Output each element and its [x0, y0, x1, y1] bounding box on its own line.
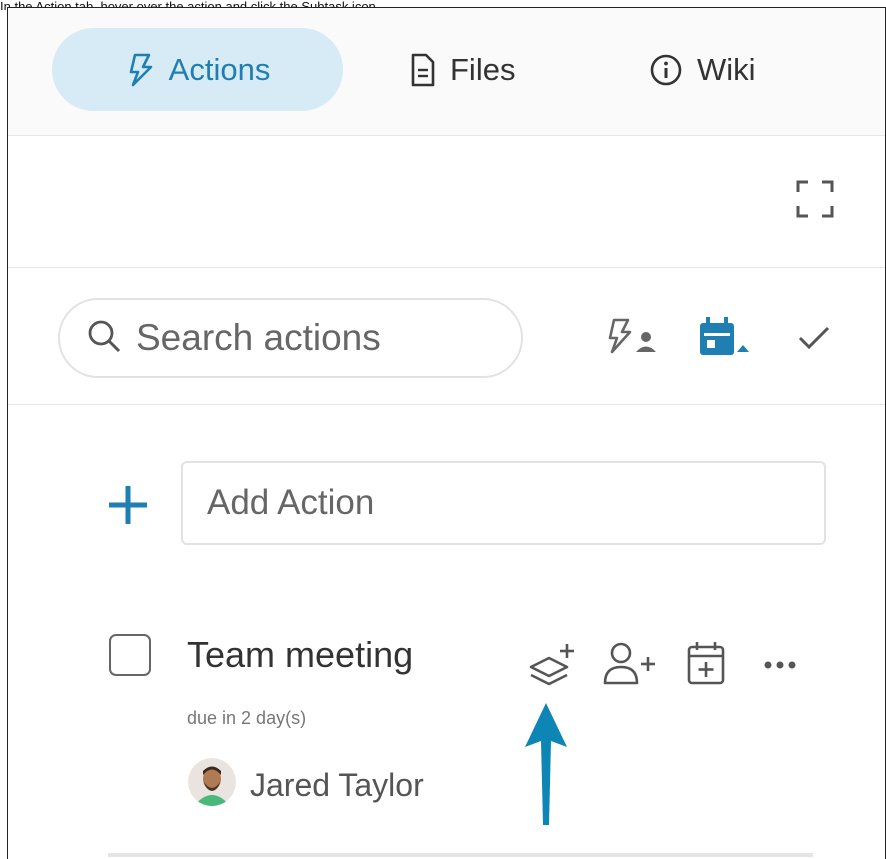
add-action-plus-icon[interactable]: [106, 483, 150, 532]
search-input[interactable]: Search actions: [58, 298, 523, 378]
action-title[interactable]: Team meeting: [187, 634, 413, 676]
info-icon: [649, 53, 683, 87]
toolbar: [8, 136, 885, 268]
avatar: [188, 758, 236, 806]
add-subtask-icon[interactable]: [527, 641, 579, 694]
add-assignee-icon[interactable]: [602, 641, 662, 690]
add-date-icon[interactable]: [686, 640, 726, 691]
blue-arrow: [521, 701, 571, 832]
add-action-input[interactable]: Add Action: [181, 461, 826, 545]
tab-bar: Actions Files Wiki: [8, 8, 885, 136]
tab-actions[interactable]: Actions: [52, 28, 343, 111]
lightning-icon: [125, 52, 155, 88]
action-checkbox[interactable]: [109, 634, 151, 676]
app-panel: Actions Files Wiki Search actions Add Ac…: [7, 7, 886, 859]
assigned-to-me-icon[interactable]: [605, 317, 661, 362]
tab-label: Files: [450, 51, 516, 87]
document-icon: [410, 53, 436, 87]
search-icon: [86, 318, 122, 359]
more-icon[interactable]: [763, 657, 797, 675]
assignee-name: Jared Taylor: [250, 767, 424, 803]
completed-check-icon[interactable]: [797, 323, 831, 358]
divider: [108, 853, 813, 857]
due-date-text: due in 2 day(s): [187, 708, 307, 728]
expand-icon[interactable]: [795, 179, 835, 224]
due-date-filter-icon[interactable]: [697, 315, 751, 364]
tab-label: Actions: [168, 51, 271, 87]
tab-wiki[interactable]: Wiki: [649, 28, 756, 111]
tab-label: Wiki: [697, 51, 756, 87]
tab-files[interactable]: Files: [410, 28, 515, 111]
search-placeholder: Search actions: [136, 317, 381, 358]
